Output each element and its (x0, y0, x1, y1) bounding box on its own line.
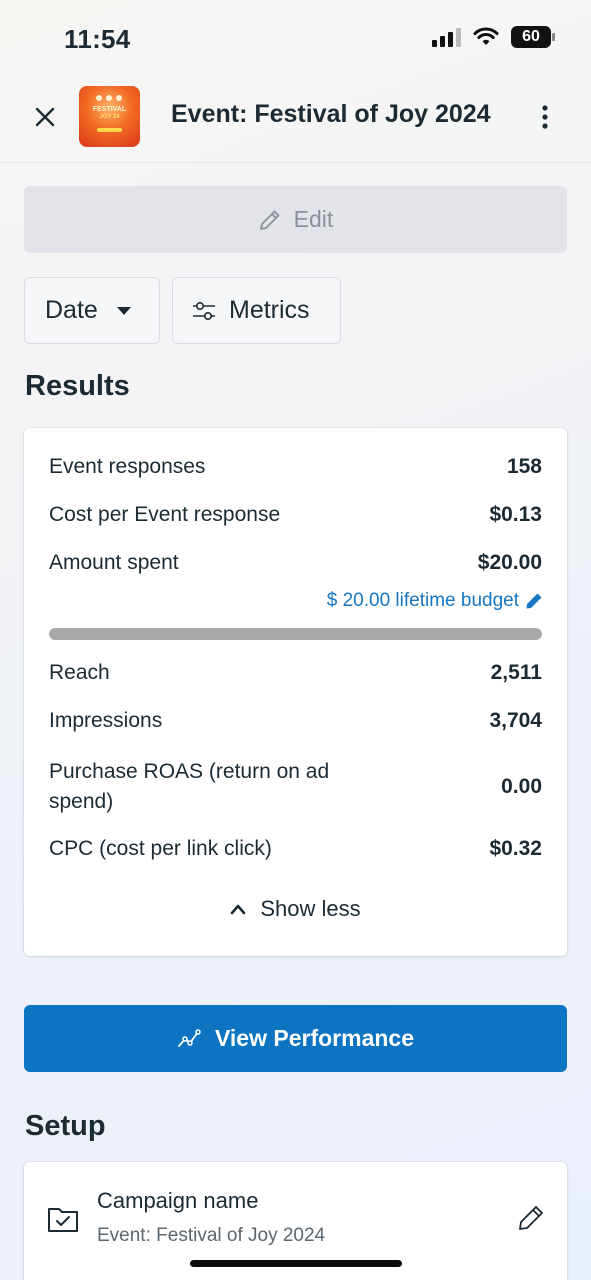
campaign-name-label: Campaign name (97, 1188, 259, 1213)
page-title: Event: Festival of Joy 2024 (171, 100, 491, 128)
metric-label: CPC (cost per link click) (49, 837, 272, 860)
edit-campaign-icon[interactable] (517, 1204, 545, 1232)
metric-row: Event responses 158 (49, 455, 542, 479)
pencil-icon (259, 210, 280, 230)
metric-row: Reach 2,511 (49, 661, 542, 685)
view-performance-button[interactable]: View Performance (24, 1005, 567, 1072)
home-indicator (190, 1260, 402, 1267)
metric-row: Amount spent $20.00 (49, 551, 542, 575)
results-card: Event responses 158 Cost per Event respo… (24, 428, 567, 956)
chevron-up-icon (231, 904, 246, 915)
view-performance-label: View Performance (214, 1025, 414, 1051)
metric-label: Reach (49, 661, 110, 684)
campaign-name-value: Event: Festival of Joy 2024 (97, 1225, 326, 1246)
signal-icon (432, 27, 461, 47)
budget-progress-bar (49, 628, 542, 640)
status-time: 11:54 (64, 24, 131, 54)
thumbnail-subtext: JOY 24 (99, 114, 120, 120)
edit-label: Edit (293, 206, 334, 232)
lifetime-budget-link[interactable]: $ 20.00 lifetime budget (327, 590, 543, 612)
metric-row: Cost per Event response $0.13 (49, 503, 542, 527)
pencil-filled-icon (526, 593, 542, 609)
close-icon[interactable] (30, 102, 60, 132)
thumbnail-text: FESTIVAL (92, 106, 127, 113)
metric-value: $20.00 (477, 551, 542, 574)
metrics-label: Metrics (229, 296, 310, 324)
metric-label: Purchase ROAS (return on ad spend) (49, 760, 330, 813)
results-heading: Results (25, 370, 130, 402)
trend-line-icon (178, 1028, 201, 1047)
setup-heading: Setup (25, 1110, 106, 1142)
metric-row: CPC (cost per link click) $0.32 (49, 837, 542, 861)
edit-button[interactable]: Edit (24, 186, 567, 253)
wifi-icon (473, 27, 499, 45)
budget-label: $ 20.00 lifetime budget (326, 590, 519, 611)
metric-label: Impressions (49, 709, 163, 732)
caret-down-icon (116, 306, 131, 315)
date-dropdown[interactable]: Date (24, 277, 160, 344)
campaign-folder-icon (48, 1208, 78, 1232)
status-bar: 11:54 60 (0, 0, 591, 80)
more-options-icon[interactable] (530, 102, 560, 132)
metric-row: Purchase ROAS (return on ad spend) 0.00 (49, 757, 542, 817)
status-icons: 60 (432, 26, 555, 48)
show-less-button[interactable]: Show less (24, 896, 567, 922)
battery-icon: 60 (511, 26, 555, 48)
metric-value: $0.13 (489, 503, 542, 526)
metric-label: Event responses (49, 455, 206, 478)
header: FESTIVAL JOY 24 Event: Festival of Joy 2… (0, 80, 591, 163)
show-less-label: Show less (260, 896, 361, 921)
metric-value: $0.32 (489, 837, 542, 860)
metric-value: 3,704 (489, 709, 542, 732)
budget-progress-fill (49, 628, 542, 640)
metrics-button[interactable]: Metrics (172, 277, 341, 344)
metric-value: 158 (506, 455, 542, 478)
metric-label: Cost per Event response (49, 503, 281, 526)
sliders-icon (193, 301, 215, 320)
metric-value: 0.00 (501, 775, 542, 798)
date-label: Date (45, 296, 98, 324)
metric-value: 2,511 (490, 661, 542, 684)
metric-label: Amount spent (49, 551, 179, 574)
metric-row: Impressions 3,704 (49, 709, 542, 733)
event-thumbnail: FESTIVAL JOY 24 (79, 86, 140, 147)
